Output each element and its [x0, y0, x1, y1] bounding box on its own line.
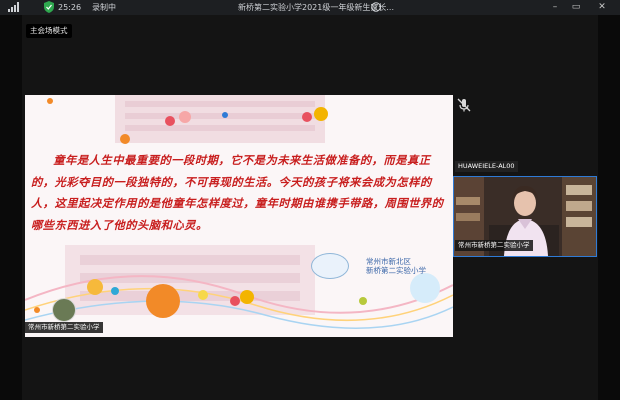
school-name: 常州市新北区 新桥第二实验小学	[366, 257, 426, 275]
school-logo	[311, 253, 349, 279]
mic-muted-icon	[456, 97, 472, 113]
status-bar: 25:26 录制中 新桥第二实验小学2021级一年级新生家长... – ▭ ✕	[0, 0, 620, 15]
info-icon[interactable]	[371, 2, 381, 15]
shared-screen: 常州市新北区 新桥第二实验小学 童年是人生中最重要的一段时期，它不是为未来生活做…	[25, 95, 453, 337]
shield-icon	[44, 1, 54, 16]
minimize-button[interactable]: –	[549, 1, 561, 13]
elapsed-time: 25:26	[58, 3, 82, 12]
signal-icon	[8, 2, 20, 15]
main-speaker-avatar	[52, 298, 76, 322]
muted-participant-name: HUAWEIELE-AL00	[455, 161, 518, 172]
main-speaker-name: 常州市新桥第二实验小学	[25, 322, 103, 333]
slide-quote-text: 童年是人生中最重要的一段时期，它不是为未来生活做准备的，而是真正的，光彩夺目的一…	[31, 153, 444, 232]
recording-status: 录制中	[92, 3, 116, 12]
close-button[interactable]: ✕	[596, 1, 608, 13]
video-participant-name: 常州市新桥第二实验小学	[455, 240, 533, 251]
view-mode-button[interactable]: 主会场模式	[26, 24, 72, 38]
school-name-line2: 新桥第二实验小学	[366, 266, 426, 275]
school-name-line1: 常州市新北区	[366, 257, 411, 266]
restore-button[interactable]: ▭	[570, 1, 582, 13]
